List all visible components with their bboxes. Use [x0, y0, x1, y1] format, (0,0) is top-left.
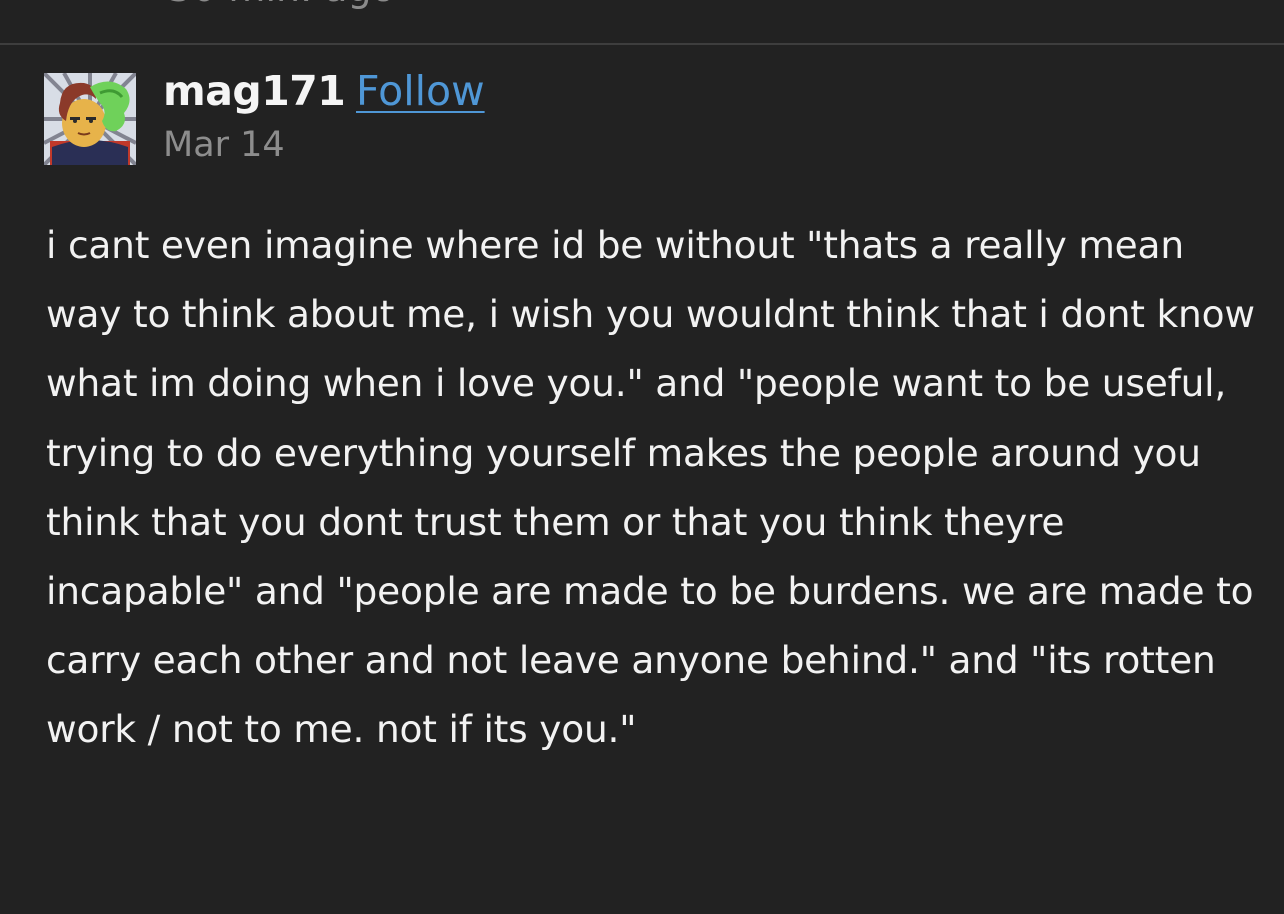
post-author-username[interactable]: mag171 — [163, 67, 346, 115]
avatar-icon[interactable] — [44, 73, 136, 165]
follow-button[interactable]: Follow — [356, 67, 485, 115]
post-date: Mar 14 — [163, 125, 285, 165]
post-body-text: i cant even imagine where id be without … — [46, 223, 1255, 752]
previous-post-timestamp: 30 min. ago — [168, 0, 395, 10]
previous-post: 30 min. ago — [0, 0, 1284, 44]
post: mag171 Follow Mar 14 i cant even imagine… — [0, 45, 1284, 914]
